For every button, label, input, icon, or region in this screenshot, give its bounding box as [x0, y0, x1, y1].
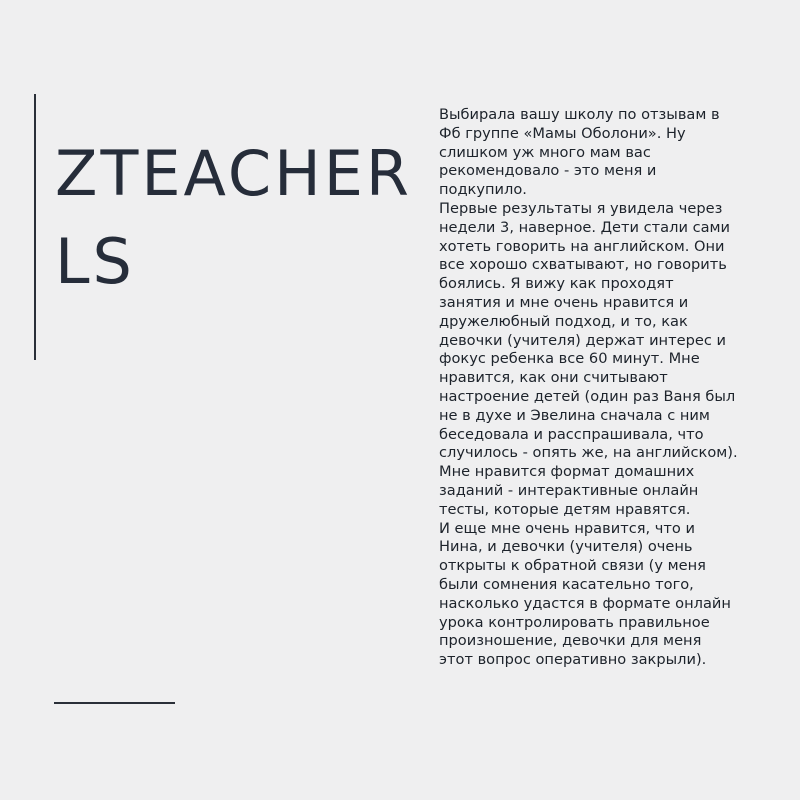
testimonial-text: Выбирала вашу школу по отзывам в Фб груп… [439, 106, 739, 670]
testimonial-paragraph: Выбирала вашу школу по отзывам в Фб груп… [439, 106, 720, 199]
brand-title-line-2: LS [55, 225, 135, 298]
brand-title-line-1: ZTEACHER [55, 137, 413, 210]
brand-title: ZTEACHER LS [55, 130, 413, 306]
vertical-divider [34, 94, 36, 360]
testimonial-paragraph: Первые результаты я увидела через недели… [439, 199, 738, 518]
testimonial-paragraph: И еще мне очень нравится, что и Нина, и … [439, 519, 731, 669]
bottom-divider [54, 702, 175, 704]
